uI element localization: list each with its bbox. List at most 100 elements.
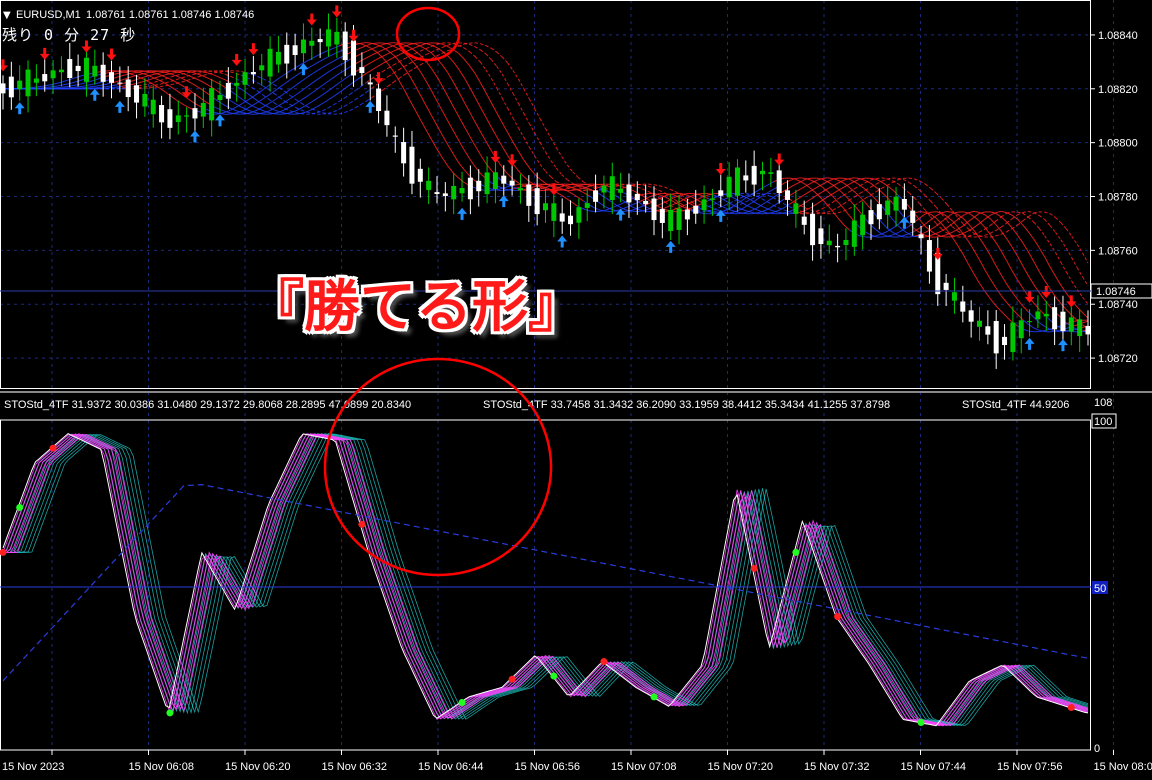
ma-line-segment bbox=[371, 42, 378, 45]
bull-candle bbox=[426, 180, 432, 190]
bear-candle bbox=[467, 177, 473, 200]
bear-candle bbox=[192, 108, 198, 119]
bull-candle bbox=[92, 65, 98, 77]
ma-line-segment bbox=[73, 86, 80, 88]
price-tick-label: 1.08740 bbox=[1098, 299, 1138, 311]
bear-candle bbox=[409, 146, 415, 184]
bear-candle bbox=[785, 190, 791, 200]
time-tick-label: 15 Nov 07:56 bbox=[997, 761, 1062, 773]
ma-line-segment bbox=[388, 42, 394, 44]
chart-canvas[interactable]: ▼ EURUSD,M1 1.08761 1.08761 1.08746 1.08… bbox=[0, 0, 1152, 780]
bull-candle bbox=[200, 102, 206, 117]
bear-candle bbox=[593, 190, 599, 202]
bear-candle bbox=[351, 40, 357, 76]
ma-line-segment bbox=[360, 42, 367, 44]
bull-candle bbox=[326, 29, 331, 47]
ma-line-segment bbox=[415, 42, 421, 44]
ma-line-segment bbox=[697, 193, 703, 195]
bull-candle bbox=[1068, 317, 1074, 332]
bear-candle bbox=[42, 74, 48, 82]
sell-signal-dot bbox=[508, 675, 516, 683]
bull-candle bbox=[459, 188, 465, 194]
price-tick-label: 1.08800 bbox=[1098, 138, 1138, 150]
bull-candle bbox=[584, 203, 590, 208]
bear-candle bbox=[651, 198, 657, 221]
indicator-label-row-2: STOStd_4TF 33.7458 31.3432 36.2090 33.19… bbox=[483, 399, 890, 411]
bear-candle bbox=[918, 234, 924, 239]
bull-candle bbox=[25, 69, 31, 97]
bear-candle bbox=[718, 190, 724, 196]
ma-line-segment bbox=[426, 42, 432, 44]
bear-candle bbox=[125, 79, 131, 98]
price-tick-label: 1.08760 bbox=[1098, 245, 1138, 257]
sell-signal-dot bbox=[834, 613, 842, 621]
bear-candle bbox=[1052, 307, 1058, 330]
bear-candle bbox=[985, 326, 991, 335]
price-tick-label: 1.08780 bbox=[1098, 192, 1138, 204]
bear-candle bbox=[659, 209, 665, 223]
sell-signal-dot bbox=[1067, 704, 1075, 712]
indicator-axis-top: 108 bbox=[1094, 397, 1112, 409]
level-0-label: 0 bbox=[1094, 743, 1100, 755]
bull-candle bbox=[701, 199, 707, 211]
bear-candle bbox=[876, 204, 882, 220]
bear-candle bbox=[810, 213, 816, 246]
bear-candle bbox=[901, 198, 907, 210]
time-tick-label: 15 Nov 2023 bbox=[2, 761, 64, 773]
bear-candle bbox=[167, 109, 173, 128]
time-tick-label: 15 Nov 07:20 bbox=[708, 761, 773, 773]
ma-line-segment bbox=[881, 235, 888, 238]
ma-line-segment bbox=[181, 70, 188, 72]
countdown-timer: 残り 0 分 27 秒 bbox=[2, 26, 137, 44]
ma-line-segment bbox=[68, 86, 74, 89]
bull-candle bbox=[150, 99, 156, 115]
bear-candle bbox=[501, 175, 507, 184]
bear-candle bbox=[626, 184, 632, 203]
price-tick-label: 1.08840 bbox=[1098, 30, 1138, 42]
bear-candle bbox=[250, 72, 256, 75]
bull-candle bbox=[83, 57, 89, 82]
buy-signal-dot bbox=[16, 503, 24, 511]
bull-candle bbox=[242, 72, 248, 85]
bear-candle bbox=[292, 45, 298, 56]
bear-candle bbox=[100, 64, 106, 82]
time-tick-label: 15 Nov 06:32 bbox=[322, 761, 387, 773]
bear-candle bbox=[476, 180, 482, 192]
bear-candle bbox=[835, 245, 841, 248]
bull-candle bbox=[492, 172, 498, 189]
bull-candle bbox=[601, 185, 607, 193]
bear-candle bbox=[1085, 326, 1091, 335]
bear-candle bbox=[801, 216, 807, 225]
bull-candle bbox=[709, 198, 715, 200]
time-tick-label: 15 Nov 06:20 bbox=[225, 761, 290, 773]
bull-candle bbox=[484, 172, 490, 195]
level-100-label: 100 bbox=[1094, 416, 1112, 428]
ma-line-segment bbox=[767, 212, 774, 215]
bull-candle bbox=[209, 88, 215, 121]
bull-candle bbox=[309, 40, 315, 46]
ma-line-segment bbox=[84, 86, 90, 89]
symbol-dropdown-icon[interactable]: ▼ bbox=[3, 10, 11, 21]
bear-candle bbox=[818, 228, 824, 245]
bear-candle bbox=[434, 192, 440, 194]
bull-candle bbox=[826, 240, 832, 246]
bear-candle bbox=[968, 310, 974, 322]
bull-candle bbox=[175, 115, 181, 122]
time-tick-label: 15 Nov 07:44 bbox=[901, 761, 966, 773]
bear-candle bbox=[401, 142, 407, 164]
bull-candle bbox=[576, 207, 582, 223]
ma-line-segment bbox=[30, 86, 36, 89]
ma-line-segment bbox=[247, 113, 253, 115]
bull-candle bbox=[58, 69, 64, 73]
bull-candle bbox=[1010, 322, 1016, 353]
bear-candle bbox=[442, 193, 448, 196]
bear-candle bbox=[359, 67, 365, 74]
bear-candle bbox=[693, 205, 699, 214]
bull-candle bbox=[668, 209, 674, 231]
bull-candle bbox=[1043, 313, 1049, 317]
bear-candle bbox=[417, 168, 423, 182]
bull-candle bbox=[234, 82, 240, 86]
ma-line-segment bbox=[941, 236, 947, 238]
bear-candle bbox=[284, 44, 290, 64]
price-tick-label: 1.08820 bbox=[1098, 84, 1138, 96]
